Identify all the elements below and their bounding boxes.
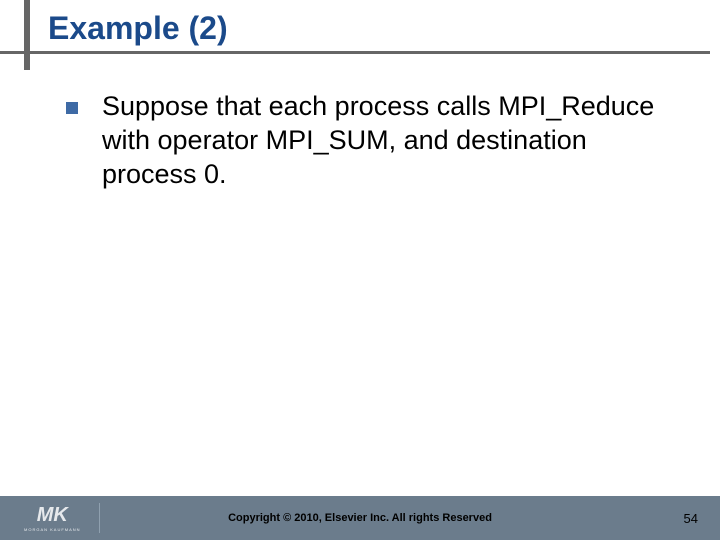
footer-divider [99,503,100,533]
footer-bar: MK MORGAN KAUFMANN Copyright © 2010, Els… [0,496,720,540]
page-number: 54 [684,511,698,526]
title-area: Example (2) [0,0,720,54]
publisher-logo: MK MORGAN KAUFMANN [0,505,93,532]
bullet-item: Suppose that each process calls MPI_Redu… [66,90,680,191]
logo-subtext: MORGAN KAUFMANN [24,527,81,532]
content-area: Suppose that each process calls MPI_Redu… [0,54,720,191]
bullet-text: Suppose that each process calls MPI_Redu… [102,90,680,191]
title-vertical-bar [24,0,30,70]
bullet-square-icon [66,102,78,114]
slide: Example (2) Suppose that each process ca… [0,0,720,540]
copyright-text: Copyright © 2010, Elsevier Inc. All righ… [228,512,492,524]
slide-title: Example (2) [0,10,710,54]
logo-letters: MK [37,505,68,525]
